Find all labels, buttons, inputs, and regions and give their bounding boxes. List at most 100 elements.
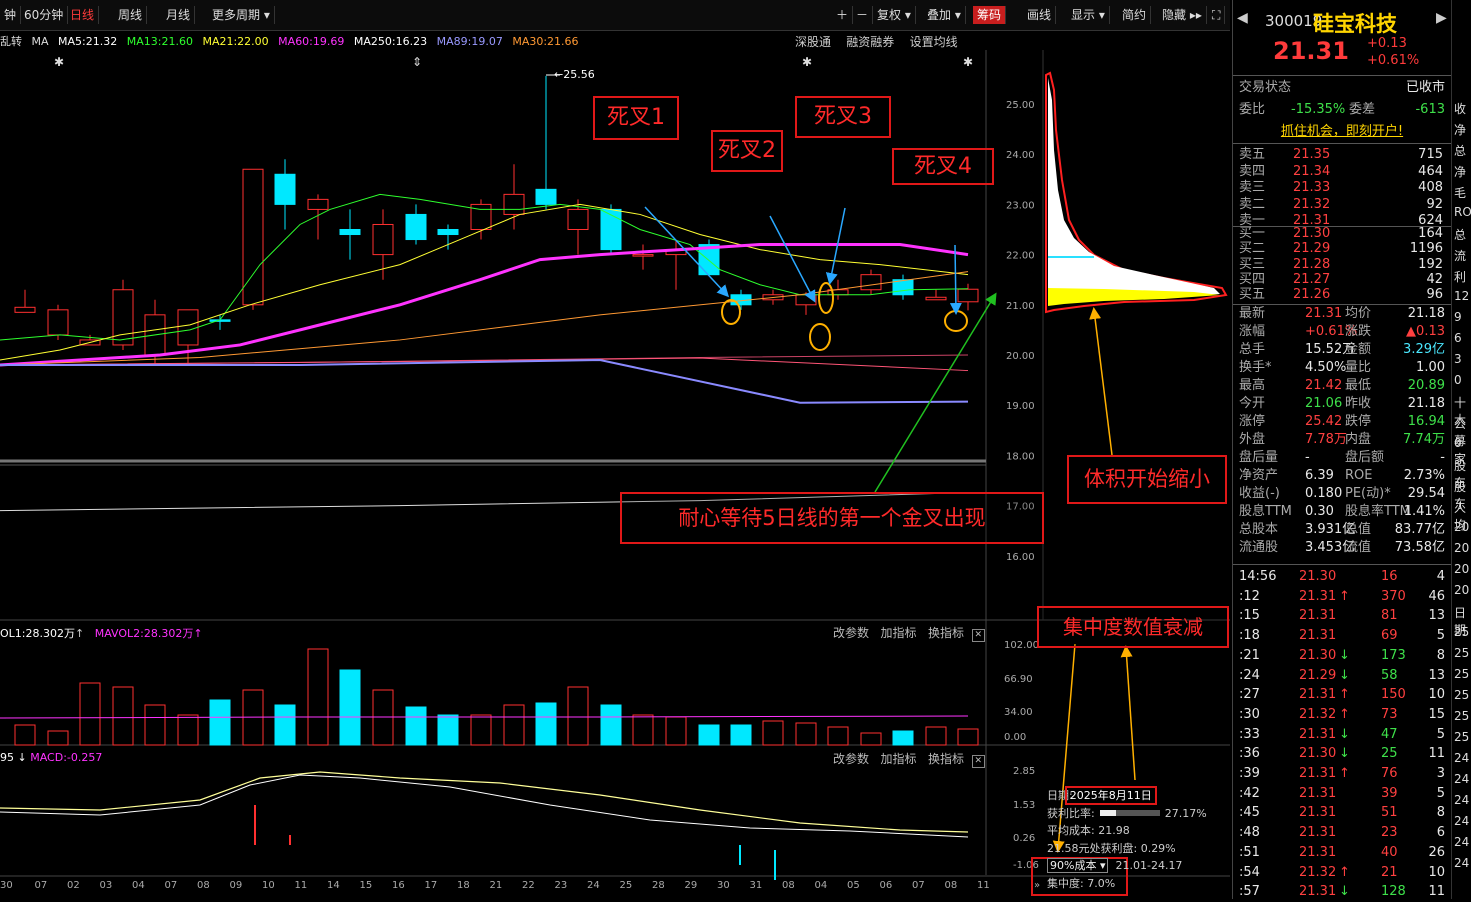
date-tick: 07 [912,880,925,891]
open-account-link[interactable]: 抓住机会，即刻开户! [1233,123,1451,141]
vol-switch-indicator-button[interactable]: 换指标 [928,626,964,640]
tick-row[interactable]: :51 21.31 40 26 [1233,843,1451,863]
minus-icon[interactable]: － [852,6,874,24]
stat-label: 总股本 [1239,522,1279,537]
tick-row[interactable]: :15 21.31 81 13 [1233,606,1451,626]
tick-row[interactable]: :27 21.31 150 10 ↑ [1233,685,1451,705]
stat-value: 83.77亿 [1394,522,1445,537]
volume-bar [567,686,589,746]
side-info-item: 毛 [1454,186,1467,200]
toolbar-button-0[interactable]: 复权 ▾ [873,6,916,24]
period-tab-0[interactable]: 钟 [0,6,22,24]
side-info-item: 25 [1454,709,1470,723]
tick-volume: 16 [1381,569,1398,584]
current-price: 21.31 [1273,37,1349,65]
tick-price: 21.31 [1299,588,1337,604]
period-tab-5[interactable]: 更多周期 ▾ [208,6,275,24]
tick-row[interactable]: :42 21.31 39 5 [1233,784,1451,804]
macd-add-indicator-button[interactable]: 加指标 [880,752,916,766]
ma-prefix: 乱转 [0,35,22,48]
link-ma-settings[interactable]: 设置均线 [910,35,958,49]
tick-row[interactable]: :48 21.31 23 6 [1233,823,1451,843]
link-hk-connect[interactable]: 深股通 [795,35,831,49]
quote-row: 涨停 25.42 跌停 16.94 [1233,413,1451,431]
vol-change-params-button[interactable]: 改参数 [833,626,869,640]
tick-volume: 23 [1381,825,1398,841]
ask-level-label: 卖四 [1239,163,1266,179]
tick-row[interactable]: :54 21.32 21 10 ↑ [1233,863,1451,883]
stat-label: 换手* [1239,360,1272,375]
toolbar-button-6[interactable]: 隐藏 ▸▸ [1158,6,1207,24]
volume-bar [860,732,882,746]
ma60-value: MA60:19.69 [278,35,345,48]
tick-price: 21.31 [1299,687,1337,703]
date-tick: 05 [847,880,860,891]
prev-stock-icon[interactable]: ◀ [1237,10,1248,26]
tick-row[interactable]: :30 21.32 73 15 ↑ [1233,705,1451,725]
tick-row[interactable]: :57 21.31 128 11 ↓ [1233,882,1451,902]
toolbar-button-1[interactable]: 叠加 ▾ [923,6,966,24]
quote-row: 卖三 21.33 408 [1233,179,1451,197]
annotation-arrow [1120,645,1136,781]
date-tick: 02 [67,880,80,891]
volume-bar [112,686,134,746]
tick-row[interactable]: :36 21.30 25 11 ↓ [1233,744,1451,764]
ma5-value: MA5:21.32 [58,35,118,48]
period-tab-1[interactable]: 60分钟 [20,6,69,24]
chip-cost-select[interactable]: 90%成本 ▾ [1047,858,1109,873]
quote-row: 卖五 21.35 715 [1233,146,1451,164]
period-tab-2[interactable]: 日线 [66,6,100,24]
macd-change-params-button[interactable]: 改参数 [833,752,869,766]
price-tick: 24.00 [1006,150,1035,161]
event-star-icon: ✱ [802,55,812,69]
stat-label: 内盘 [1345,432,1372,447]
tick-row[interactable]: :18 21.31 69 5 [1233,626,1451,646]
toolbar-button-2[interactable]: 筹码 [973,6,1007,24]
macd-switch-indicator-button[interactable]: 换指标 [928,752,964,766]
side-info-item: 利 [1454,270,1467,284]
link-margin[interactable]: 融资融券 [846,35,894,49]
candle-body [177,309,199,346]
candle-body [14,306,36,313]
date-tick: 15 [360,880,373,891]
tick-row[interactable]: :33 21.31 47 5 ↓ [1233,725,1451,745]
macd-tick: 0.26 [1013,833,1035,844]
ma250-value: MA250:16.23 [353,35,428,48]
quote-row: 净资产 6.39 ROE 2.73% [1233,467,1451,485]
tick-volume: 21 [1381,864,1398,880]
tick-row[interactable]: :39 21.31 76 3 ↑ [1233,764,1451,784]
toolbar-button-4[interactable]: 显示 ▾ [1067,6,1110,24]
toolbar-button-3[interactable]: 画线 [1023,6,1057,24]
tick-row[interactable]: :24 21.29 58 13 ↓ [1233,666,1451,686]
plus-icon[interactable]: ＋ [832,6,854,24]
tick-volume: 173 [1381,647,1406,663]
chip-concentration: 集中度: 7.0% [1047,876,1116,890]
tick-count: 13 [1428,608,1445,624]
close-icon[interactable]: ✕ [971,629,985,642]
side-info-item: 净 [1454,165,1467,179]
close-icon[interactable]: ✕ [971,755,985,768]
ask-price: 21.33 [1293,180,1331,195]
toolbar-button-5[interactable]: 简约 [1118,6,1152,24]
period-tab-3[interactable]: 周线 [114,6,148,24]
candle-body [503,193,525,215]
tick-row[interactable]: :21 21.30 173 8 ↓ [1233,646,1451,666]
period-tab-4[interactable]: 月线 [162,6,196,24]
stat-value: 3.29亿 [1403,342,1445,357]
quote-row: 今开 21.06 昨收 21.18 [1233,395,1451,413]
quote-row: 卖二 21.32 92 [1233,196,1451,214]
next-stock-icon[interactable]: ▶ [1436,10,1447,26]
stat-value: 1.00 [1416,360,1445,375]
stat-value: ▲0.13 [1406,324,1445,339]
ask-volume: 408 [1418,180,1443,195]
tick-row[interactable]: :45 21.31 51 8 [1233,803,1451,823]
tick-volume: 39 [1381,785,1398,801]
fullscreen-icon[interactable]: ⛶ [1208,6,1226,24]
side-info-item: 9 [1454,310,1462,324]
stat-value: 7.78万 [1305,432,1347,447]
ask-level-label: 卖三 [1239,180,1266,195]
tick-row[interactable]: 14:56 21.30 16 4 [1233,567,1451,587]
date-tick: 21 [490,880,503,891]
tick-row[interactable]: :12 21.31 370 46 ↑ [1233,587,1451,607]
vol-add-indicator-button[interactable]: 加指标 [880,626,916,640]
